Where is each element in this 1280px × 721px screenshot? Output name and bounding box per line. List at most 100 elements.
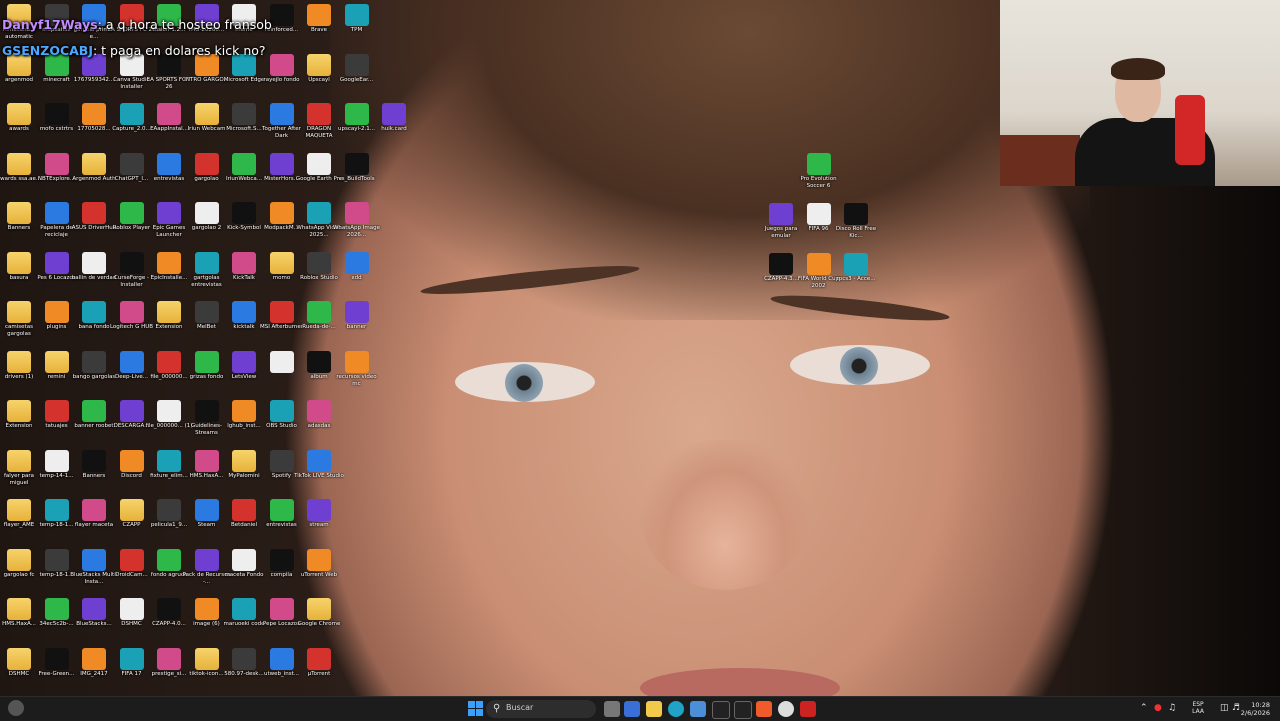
desktop-icon-image [82, 301, 106, 323]
desktop-icon-image [194, 152, 219, 175]
wallpaper-left-eye [455, 362, 595, 402]
webcam-overlay [1000, 0, 1280, 186]
desktop-icon-image [119, 152, 144, 175]
desktop-icon-image [232, 598, 256, 620]
desktop-icon-image [194, 647, 219, 670]
desktop-icon-image [232, 251, 256, 274]
desktop-icon[interactable]: GoogleEar... [332, 52, 382, 101]
desktop-icon-label: uTorrent Web [300, 571, 338, 578]
volume-icon[interactable]: ♬ [1232, 703, 1240, 713]
desktop-icon-image [82, 449, 106, 472]
desktop-icon-image [194, 499, 219, 521]
desktop-icon-image [307, 499, 331, 521]
desktop-icon-image [232, 548, 256, 571]
desktop-icon-image [82, 548, 106, 571]
desktop-icon-label: Disco Roll Free Kic... [835, 226, 877, 239]
desktop-icon-image [119, 301, 144, 323]
desktop-icon-image [344, 301, 369, 323]
desktop-icon-image [194, 449, 219, 472]
language-indicator[interactable]: ESP LAA [1192, 701, 1204, 715]
desktop-icon[interactable]: Disco Roll Free Kic... [831, 201, 881, 250]
desktop-icon-image [232, 301, 256, 323]
desktop-icon[interactable]: TikTok LIVE Studio [294, 448, 344, 497]
desktop-icon[interactable]: µTorrent [294, 646, 344, 695]
desktop-icon[interactable]: Pro Evolution Soccer 6 [794, 151, 844, 200]
clock-date: 2/6/2026 [1240, 709, 1270, 717]
desktop-icon-label: µTorrent [307, 670, 331, 677]
desktop-icon-image [7, 350, 31, 373]
desktop-icon-image [269, 301, 294, 323]
desktop-icon[interactable]: recursos video mc [332, 349, 382, 398]
desktop-icon-image [44, 548, 69, 571]
desktop-icon-image [844, 253, 868, 275]
desktop-icon-image [7, 548, 31, 571]
widgets-icon[interactable] [8, 700, 24, 716]
desktop-icon[interactable]: banner [332, 299, 382, 348]
app-icon[interactable] [734, 701, 752, 719]
desktop-icon-label: adasdas [307, 423, 331, 429]
desktop-icon-image [844, 203, 868, 225]
desktop-icon-image [44, 202, 69, 224]
desktop-icon[interactable]: rpcs3 - Acce... [831, 251, 881, 300]
desktop-icon[interactable]: vs_BuildTools [332, 151, 382, 200]
start-button[interactable] [468, 701, 484, 717]
file-explorer-icon[interactable] [646, 701, 662, 717]
desktop-icon-image [44, 152, 69, 175]
desktop-icon[interactable]: stream [294, 497, 344, 546]
desktop-icon-image [769, 253, 793, 275]
desktop-icon-image [157, 647, 181, 670]
network-icon[interactable]: ◫ [1220, 703, 1229, 713]
desktop-icon[interactable]: huik.card [369, 101, 419, 150]
desktop-icon-image [119, 499, 144, 521]
desktop-icon-image [307, 53, 331, 76]
desktop-icon-image [82, 400, 106, 422]
desktop-icon-image [307, 202, 331, 224]
desktop-icon-image [44, 400, 69, 422]
task-view-icon[interactable] [604, 701, 620, 717]
desktop-icon-image [307, 548, 331, 571]
desktop-icon-image [269, 598, 294, 620]
desktop-icon-image [194, 400, 219, 422]
edge-icon[interactable] [668, 701, 684, 717]
desktop-icon-image [157, 152, 181, 175]
desktop-icon-image [806, 203, 831, 225]
desktop-icon-image [7, 598, 31, 620]
desktop-icon-image [344, 53, 369, 76]
desktop-icon-label: xdd [351, 274, 362, 281]
app-icon[interactable] [690, 701, 706, 717]
desktop-icon-image [82, 499, 106, 521]
app-tray-icon[interactable]: ● [1154, 703, 1162, 713]
desktop-icon-image [307, 103, 331, 125]
desktop-icon-image [157, 499, 181, 521]
app-icon[interactable] [712, 701, 730, 719]
desktop-icon-image [307, 4, 331, 26]
microphone-icon[interactable]: ♫ [1168, 703, 1176, 713]
desktop-icon-image [769, 203, 793, 225]
chrome-icon[interactable] [778, 701, 794, 717]
app-icon[interactable] [800, 701, 816, 717]
desktop-icon-image [194, 251, 219, 274]
desktop-icon-image [232, 103, 256, 125]
desktop-icon-label: TPM [350, 27, 363, 33]
desktop-icon[interactable]: TPM [332, 2, 382, 51]
desktop-icon-image [232, 152, 256, 175]
chevron-up-icon[interactable]: ⌃ [1140, 703, 1148, 713]
app-icon[interactable] [624, 701, 640, 717]
desktop-icon[interactable]: WhatsApp Image 2026... [332, 200, 382, 249]
desktop-icon-image [269, 103, 294, 125]
clock[interactable]: 10:28 2/6/2026 [1241, 701, 1270, 717]
desktop-icon-image [44, 647, 69, 670]
chat-text: : t paga en dolares kick no? [92, 43, 266, 58]
desktop-icon-image [344, 4, 369, 26]
desktop-icon[interactable]: xdd [332, 250, 382, 299]
desktop-icon-image [157, 598, 181, 620]
taskbar-search[interactable]: ⚲ Buscar [486, 700, 596, 718]
desktop-icon[interactable]: uTorrent Web [294, 547, 344, 596]
brave-icon[interactable] [756, 701, 772, 717]
desktop-icon-image [232, 202, 256, 224]
clock-time: 10:28 [1251, 701, 1270, 709]
desktop-icon-image [7, 103, 31, 125]
desktop-icon-image [119, 350, 144, 373]
desktop-icon[interactable]: adasdas [294, 398, 344, 447]
desktop-icon[interactable]: Google Chrome [294, 596, 344, 645]
